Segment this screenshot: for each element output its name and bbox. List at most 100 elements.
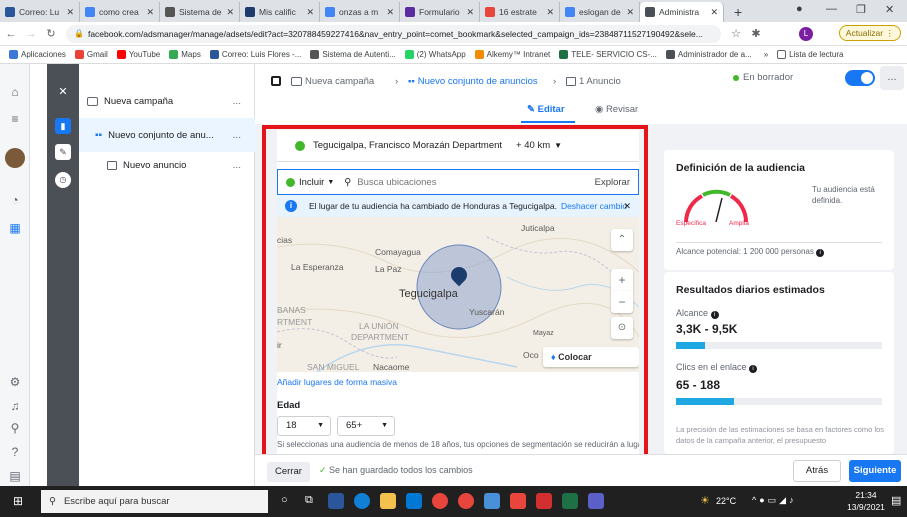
mail-icon[interactable] xyxy=(406,493,422,509)
breadcrumb-campaign[interactable]: Nueva campaña xyxy=(291,76,374,87)
performance-icon[interactable]: ◔ xyxy=(7,192,23,208)
browser-tab-active[interactable]: Administra ✕ xyxy=(640,2,724,22)
breadcrumb-ad[interactable]: 1 Anuncio xyxy=(566,76,621,87)
report-icon[interactable]: ▤ xyxy=(7,468,23,484)
zoom-in-button[interactable]: + xyxy=(611,269,633,291)
more-options-icon[interactable]: ... xyxy=(233,130,241,141)
browser-tab[interactable]: Correo: Lu ✕ xyxy=(0,2,80,22)
reload-icon[interactable]: ↻ xyxy=(42,27,60,40)
bell-icon[interactable]: ♫ xyxy=(7,398,23,414)
sidebar-toggle-icon[interactable] xyxy=(271,76,281,86)
more-options-icon[interactable]: ... xyxy=(233,160,241,171)
notification-icon[interactable]: ▤ xyxy=(891,494,901,507)
clock-date[interactable]: 13/9/2021 xyxy=(846,502,886,512)
close-icon[interactable]: ✕ xyxy=(626,7,634,18)
browser-tab[interactable]: Sistema de ✕ xyxy=(160,2,240,22)
star-icon[interactable]: ☆ xyxy=(727,27,745,40)
clock-icon[interactable]: ◷ xyxy=(55,172,71,188)
temperature[interactable]: 22°C xyxy=(716,496,736,506)
location-search-input[interactable] xyxy=(357,176,558,188)
pencil-icon[interactable]: ✎ xyxy=(55,144,71,160)
chevron-up-icon[interactable]: ⌃ xyxy=(611,229,633,251)
close-icon[interactable]: ✕ xyxy=(226,7,234,18)
taskbar-search[interactable]: ⚲ Escribe aquí para buscar xyxy=(41,490,268,513)
clock-time[interactable]: 21:34 xyxy=(846,490,886,500)
url-field[interactable]: 🔒 facebook.com/adsmanager/manage/adsets/e… xyxy=(66,24,721,43)
gear-icon[interactable]: ⚙ xyxy=(7,374,23,390)
reading-list-button[interactable]: Lista de lectura xyxy=(777,50,843,59)
browser-tab[interactable]: Mis calific ✕ xyxy=(240,2,320,22)
ads-manager-grid-icon[interactable]: ▦ xyxy=(7,220,23,236)
undo-change-link[interactable]: Deshacer cambio xyxy=(561,201,627,211)
zoom-out-button[interactable]: − xyxy=(611,291,633,313)
close-icon[interactable]: ✕ xyxy=(466,7,474,18)
age-max-select[interactable]: 65+ ▼ xyxy=(337,416,395,436)
task-view-icon[interactable]: ⧉ xyxy=(305,494,313,507)
tree-item-adset[interactable]: ▪▪ Nuevo conjunto de anu... ... xyxy=(79,118,255,152)
more-options-icon[interactable]: ... xyxy=(233,96,241,107)
forward-arrow-icon[interactable]: → xyxy=(22,28,40,40)
bookmark-item[interactable]: YouTube xyxy=(116,50,160,59)
excel-icon[interactable] xyxy=(562,493,578,509)
location-map[interactable]: Juticalpa cias Comayagua La Esperanza La… xyxy=(277,217,639,372)
update-button[interactable]: Actualizar ⋮ xyxy=(838,25,901,41)
opera-icon[interactable] xyxy=(458,493,474,509)
back-button[interactable]: Atrás xyxy=(793,460,841,482)
chevron-down-icon[interactable]: ▼ xyxy=(327,179,334,186)
more-bookmarks-icon[interactable]: » xyxy=(764,50,768,59)
publish-toggle[interactable] xyxy=(845,70,875,86)
tray-icons[interactable]: ^●▭◢♪ xyxy=(752,495,797,506)
tree-item-ad[interactable]: Nuevo anuncio ... xyxy=(79,148,255,182)
info-icon[interactable]: i xyxy=(816,249,825,257)
bulk-locations-link[interactable]: Añadir lugares de forma masiva xyxy=(277,377,397,387)
extensions-icon[interactable]: ✱ xyxy=(747,27,765,40)
close-icon[interactable]: ✕ xyxy=(386,7,394,18)
edit-tab[interactable]: ✎ Editar xyxy=(527,104,565,115)
close-window-button[interactable]: ✕ xyxy=(885,3,894,16)
include-dropdown[interactable]: Incluir xyxy=(299,177,324,188)
close-icon[interactable]: ✕ xyxy=(66,7,74,18)
radius-selector[interactable]: + 40 km xyxy=(516,140,550,151)
search-icon[interactable]: ⚲ xyxy=(7,420,23,436)
record-icon[interactable]: ● xyxy=(796,3,803,15)
explore-button[interactable]: Explorar xyxy=(595,177,630,188)
menu-icon[interactable]: ≡ xyxy=(7,111,23,127)
close-icon[interactable]: ✕ xyxy=(710,7,718,18)
collapse-close-icon[interactable]: ✕ xyxy=(55,84,71,100)
home-icon[interactable]: ⌂ xyxy=(7,84,23,100)
info-icon[interactable]: i xyxy=(749,365,758,373)
campaign-chart-icon[interactable]: ▮ xyxy=(55,118,71,134)
close-icon[interactable]: ✕ xyxy=(623,201,631,212)
bookmark-item[interactable]: Administrador de a... xyxy=(665,50,752,59)
profile-avatar[interactable]: L xyxy=(799,27,813,41)
bookmark-item[interactable]: Sistema de Autenti... xyxy=(310,50,396,59)
close-icon[interactable]: ✕ xyxy=(546,7,554,18)
selected-location-row[interactable]: Tegucigalpa, Francisco Morazán Departmen… xyxy=(277,130,639,162)
close-icon[interactable]: ✕ xyxy=(146,7,154,18)
chevron-down-icon[interactable]: ▼ xyxy=(554,141,562,150)
bookmark-item[interactable]: TELE- SERVICIO CS-... xyxy=(559,50,657,59)
edge-icon[interactable] xyxy=(354,493,370,509)
screen-icon[interactable] xyxy=(484,493,500,509)
browser-tab[interactable]: como crea ✕ xyxy=(80,2,160,22)
breadcrumb-adset[interactable]: ▪▪ Nuevo conjunto de anuncios xyxy=(408,76,538,87)
teams-icon[interactable] xyxy=(588,493,604,509)
browser-tab[interactable]: eslogan de ✕ xyxy=(560,2,640,22)
windows-start-icon[interactable]: ⊞ xyxy=(13,495,26,508)
close-button[interactable]: Cerrar xyxy=(267,462,310,482)
browser-tab[interactable]: Formulario ✕ xyxy=(400,2,480,22)
minimize-button[interactable]: — xyxy=(826,3,837,15)
bookmark-item[interactable]: (2) WhatsApp xyxy=(404,50,466,59)
next-button[interactable]: Siguiente xyxy=(849,460,901,482)
tree-item-campaign[interactable]: Nueva campaña ... xyxy=(79,84,255,118)
more-options-button[interactable]: ... xyxy=(880,66,904,90)
pdf-icon[interactable] xyxy=(536,493,552,509)
bookmark-item[interactable]: Alkemy™ Intranet xyxy=(474,50,550,59)
bookmark-item[interactable]: Gmail xyxy=(74,50,108,59)
bookmark-item[interactable]: Aplicaciones xyxy=(9,50,66,59)
help-icon[interactable]: ? xyxy=(7,444,23,460)
maximize-button[interactable]: ❐ xyxy=(856,3,866,16)
browser-tab[interactable]: 16 estrate ✕ xyxy=(480,2,560,22)
bookmark-item[interactable]: Correo: Luis Flores -... xyxy=(209,50,301,59)
weather-icon[interactable]: ☀ xyxy=(700,494,710,507)
